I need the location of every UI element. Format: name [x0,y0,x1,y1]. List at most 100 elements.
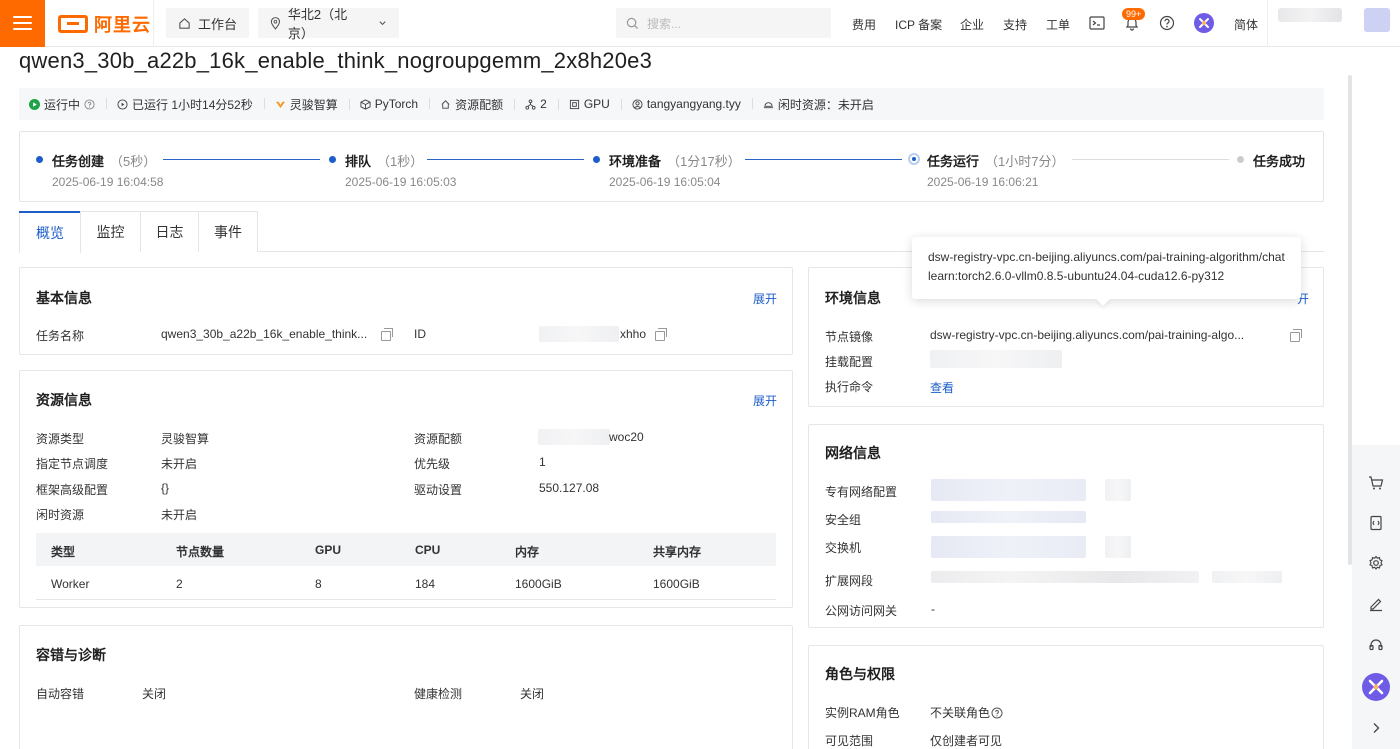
security-group-label: 安全组 [825,513,862,527]
logo-text: 阿里云 [94,15,151,35]
framework-config-label: 框架高级配置 [36,483,109,497]
resource-type-text: 灵骏智算 [289,97,338,112]
view-command-link[interactable]: 查看 [930,379,954,396]
step-created-time: 2025-06-19 16:04:58 [52,175,164,189]
chevron-right-icon[interactable] [1368,720,1384,736]
step-connector [163,159,320,160]
step-running: 任务运行 （1小时7分） [927,151,1064,170]
tab-events[interactable]: 事件 [198,211,258,252]
creator-text: tangyangyang.tyy [646,97,741,111]
network-info-title: 网络信息 [825,445,881,461]
mount-config-value-blurred [930,350,1062,368]
language-switch[interactable]: 简体 [1234,16,1258,33]
task-name-label: 任务名称 [36,329,85,343]
region-label: 华北2（北京） [287,7,348,41]
tab-overview[interactable]: 概览 [19,211,81,253]
workbench-button[interactable]: 工作台 [166,8,250,38]
nav-link-enterprise[interactable]: 企业 [960,16,984,33]
ai-assistant-icon[interactable] [1194,13,1214,33]
copy-icon[interactable] [1290,329,1302,342]
priority-label: 优先级 [414,457,451,471]
headset-support-icon[interactable] [1368,637,1384,653]
framework-config-value: {} [161,481,170,495]
extended-cidr-value-blurred [931,571,1199,583]
idle-text: 闲时资源：未开启 [777,97,874,112]
job-progress-steps: 任务创建 （5秒） 2025-06-19 16:04:58 排队 （1秒） 2025… [19,131,1324,202]
copy-icon[interactable] [655,328,667,341]
search-icon [626,17,639,29]
running-duration: 已运行 1小时14分52秒 [106,96,264,113]
hamburger-menu-icon[interactable] [0,0,45,47]
driver-label: 驱动设置 [414,483,463,497]
resource-info-title: 资源信息 [36,392,92,408]
help-icon[interactable] [1159,15,1175,31]
switch-value-blurred [931,536,1086,558]
table-divider [36,599,776,600]
auto-fault-tolerance-value: 关闭 [142,687,167,701]
id-label: ID [414,327,426,341]
driver-value: 550.127.08 [539,481,600,495]
quota-text: 资源配额 [455,97,504,112]
settings-gear-icon[interactable] [1368,555,1384,571]
step-queue: 排队 （1秒） [345,151,423,170]
copy-icon[interactable] [381,328,393,341]
quota[interactable]: 资源配额 [429,96,514,113]
edit-pen-icon[interactable] [1368,596,1384,612]
user-icon [632,98,643,110]
search-input[interactable]: 搜索... [616,8,831,38]
help-icon[interactable] [991,707,1003,719]
step-dot-created [36,156,43,163]
quota-label: 资源配额 [414,432,463,446]
region-selector[interactable]: 华北2（北京） [258,7,399,41]
node-count: 2 [514,97,558,111]
top-navigation-bar: 阿里云 工作台 华北2（北京） 搜索... 费用 ICP 备案 企业 支持 工单… [0,0,1400,47]
resource-info-card: 资源信息 展开 资源类型 灵骏智算 指定节点调度 未开启 框架高级配置 {} 闲… [19,370,793,608]
step-queue-time: 2025-06-19 16:05:03 [345,175,457,189]
nav-link-ticket[interactable]: 工单 [1046,16,1070,33]
avatar[interactable] [1364,8,1390,32]
table-cell-type: Worker [51,577,90,591]
visibility-value: 仅创建者可见 [930,734,1003,748]
idle-icon [763,101,773,108]
terminal-icon[interactable] [1089,15,1105,31]
node-image-label: 节点镜像 [825,330,874,344]
vpc-value-blurred [931,479,1086,501]
node-image-value[interactable]: dsw-registry-vpc.cn-beijing.aliyuncs.com… [930,328,1244,342]
step-connector [1072,159,1229,160]
nav-link-billing[interactable]: 费用 [852,16,876,33]
auto-fault-tolerance-label: 自动容错 [36,687,85,701]
step-running-duration: （1小时7分） [985,154,1065,169]
table-cell-cpu: 184 [415,577,436,591]
step-created-title: 任务创建 [52,154,105,169]
chevron-down-icon [379,21,386,26]
step-dot-queue [329,156,336,163]
quota-value-blurred [538,429,610,445]
step-queue-duration: （1秒） [377,154,424,169]
tab-monitor[interactable]: 监控 [80,211,141,252]
id-value-blurred [539,326,619,342]
ai-assistant-icon[interactable] [1362,673,1390,701]
resource-info-expand-link[interactable]: 展开 [753,392,777,409]
cart-icon[interactable] [1368,475,1384,491]
health-check-value: 关闭 [520,687,545,701]
id-value-suffix: xhho [620,327,647,341]
quota-value-suffix[interactable]: woc20 [609,430,644,444]
tab-logs[interactable]: 日志 [140,211,199,252]
document-code-icon[interactable] [1368,515,1384,531]
nav-link-icp[interactable]: ICP 备案 [895,16,942,33]
account-name-blurred[interactable] [1278,8,1342,22]
right-tool-rail [1352,445,1400,749]
aliyun-logo[interactable]: 阿里云 [58,13,151,35]
resource-type: 灵骏智算 [263,96,349,113]
help-icon[interactable] [84,98,95,110]
location-pin-icon [270,16,281,30]
framework: PyTorch [348,97,429,111]
nav-link-support[interactable]: 支持 [1003,16,1027,33]
step-dot-env [593,156,600,163]
quota-icon [441,99,450,109]
running-status-icon [29,98,40,110]
column-header-gpu: GPU [315,543,342,557]
step-connector [427,159,584,160]
step-created: 任务创建 （5秒） [52,151,156,170]
basic-info-expand-link[interactable]: 展开 [753,290,777,307]
